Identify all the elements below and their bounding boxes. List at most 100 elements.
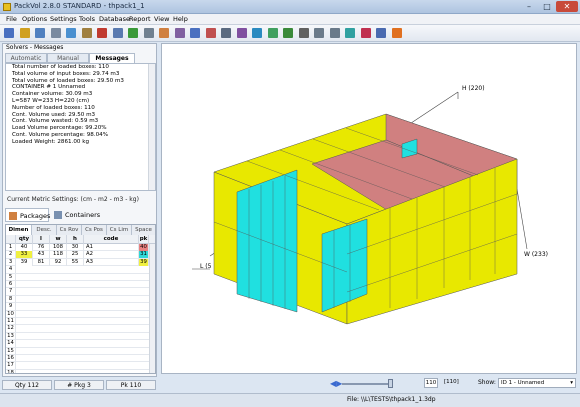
print-icon[interactable]	[221, 28, 231, 38]
show-select[interactable]: ID 1 - Unnamed ▾	[498, 378, 576, 388]
cell-w[interactable]: 92	[50, 258, 67, 266]
table-row[interactable]: 4	[6, 266, 155, 274]
refresh-icon[interactable]	[283, 28, 293, 38]
settings-icon[interactable]	[143, 28, 154, 38]
menu-report[interactable]: Report	[129, 15, 151, 23]
table-row[interactable]: 3 39 81 92 55 A3 39	[6, 258, 155, 267]
tab-automatic[interactable]: Automatic	[5, 53, 47, 63]
power-icon[interactable]	[298, 28, 309, 38]
table-row[interactable]: 12	[6, 325, 155, 333]
header-qty[interactable]: qty	[16, 235, 33, 244]
3d-view[interactable]: H (220) W (233) L (5	[161, 43, 577, 374]
tab-manual[interactable]: Manual	[47, 53, 89, 63]
cell-h[interactable]: 30	[67, 244, 84, 251]
view3d-icon[interactable]	[314, 28, 324, 38]
grid-tab-cs-pos[interactable]: Cs Pos	[82, 225, 107, 235]
delete-icon[interactable]	[97, 28, 107, 38]
box-icon[interactable]	[159, 28, 169, 38]
chart-icon[interactable]	[252, 28, 262, 38]
cell-h[interactable]: 25	[67, 251, 84, 259]
table-row[interactable]: 16	[6, 355, 155, 363]
menu-settings[interactable]: Settings	[50, 15, 77, 23]
save-icon[interactable]	[35, 28, 45, 38]
table-row[interactable]: 1 40 76 108 30 A1 40	[6, 244, 155, 252]
cell-w[interactable]: 118	[50, 251, 67, 259]
copy-icon[interactable]	[66, 28, 76, 38]
menu-view[interactable]: View	[154, 15, 169, 23]
cell-l[interactable]: 81	[33, 258, 50, 266]
cell-qty[interactable]: 33	[16, 251, 33, 259]
layers-icon[interactable]	[345, 28, 355, 38]
header-code[interactable]: code	[84, 235, 139, 244]
table-row[interactable]: 15	[6, 347, 155, 355]
report-icon[interactable]	[236, 28, 247, 38]
table-row[interactable]: 10	[6, 310, 155, 318]
cell-code[interactable]: A3	[84, 258, 139, 266]
grid-tab-desc[interactable]: Desc.	[32, 225, 57, 235]
cell-n: 13	[6, 332, 16, 340]
maximize-button[interactable]: □	[538, 1, 556, 12]
cell-pk[interactable]: 40	[139, 244, 149, 251]
table-row[interactable]: 9	[6, 303, 155, 311]
menu-options[interactable]: Options	[22, 15, 47, 23]
table-row[interactable]: 11	[6, 318, 155, 326]
cell-code[interactable]: A1	[84, 244, 139, 251]
table-row[interactable]: 6	[6, 281, 155, 289]
cell-l[interactable]: 76	[33, 244, 50, 251]
table-row[interactable]: 2 33 43 118 25 A2 31	[6, 251, 155, 259]
grid-scrollbar[interactable]	[149, 244, 155, 373]
cell-qty[interactable]: 40	[16, 244, 33, 251]
slider-value[interactable]: 110	[424, 378, 438, 388]
grid-tab-dimen[interactable]: Dimen	[6, 225, 32, 235]
table-row[interactable]: 13	[6, 332, 155, 341]
grid-icon[interactable]	[376, 28, 386, 38]
cell-qty[interactable]: 39	[16, 258, 33, 266]
container-icon[interactable]	[190, 28, 200, 38]
solve-icon[interactable]	[128, 28, 138, 38]
table-row[interactable]: 7	[6, 288, 155, 296]
menu-help[interactable]: Help	[173, 15, 188, 23]
header-w[interactable]: w	[50, 235, 67, 244]
header-l[interactable]: l	[33, 235, 50, 244]
grid-tab-space[interactable]: Space	[132, 225, 155, 235]
cell-pk[interactable]: 31	[139, 251, 149, 259]
minimize-button[interactable]: –	[520, 1, 538, 12]
cut-icon[interactable]	[50, 28, 61, 38]
pallet-icon[interactable]	[174, 28, 185, 38]
grid-tab-cs-rov[interactable]: Cs Rov	[57, 225, 82, 235]
cell-code[interactable]: A2	[84, 251, 139, 259]
nav-arrows-icon[interactable]: ◀▶	[330, 379, 342, 388]
menu-file[interactable]: File	[6, 15, 17, 23]
load-slider[interactable]	[342, 383, 392, 385]
table-row[interactable]: 17	[6, 362, 155, 370]
table-row[interactable]: 18	[6, 369, 155, 373]
header-h[interactable]: h	[67, 235, 84, 244]
messages-box[interactable]: Total number of loaded boxes: 110 Total v…	[5, 63, 156, 191]
tab-containers[interactable]: Containers	[51, 208, 101, 222]
paste-icon[interactable]	[81, 28, 92, 38]
table-row[interactable]: 5	[6, 273, 155, 281]
cell-h[interactable]: 55	[67, 258, 84, 266]
export-icon[interactable]	[267, 28, 278, 38]
slider-knob[interactable]	[388, 379, 393, 388]
tab-packages[interactable]: Packages	[5, 208, 50, 222]
header-pk[interactable]: pk	[139, 235, 149, 244]
table-row[interactable]: 14	[6, 340, 155, 348]
table-row[interactable]: 8	[6, 295, 155, 304]
options-icon[interactable]	[360, 28, 371, 38]
cell-l[interactable]: 43	[33, 251, 50, 259]
menu-tools[interactable]: Tools	[79, 15, 95, 23]
cell-pk[interactable]: 39	[139, 258, 149, 266]
menu-database[interactable]: Database	[99, 15, 130, 23]
undo-icon[interactable]	[112, 28, 123, 38]
close-button[interactable]: ✕	[556, 1, 578, 12]
new-icon[interactable]	[4, 28, 14, 38]
cell-w[interactable]: 108	[50, 244, 67, 251]
help-icon[interactable]	[391, 28, 402, 38]
view2d-icon[interactable]	[329, 28, 340, 38]
tab-messages[interactable]: Messages	[89, 53, 135, 63]
messages-scrollbar[interactable]	[148, 64, 155, 190]
truck-icon[interactable]	[205, 28, 216, 38]
open-icon[interactable]	[19, 28, 30, 38]
grid-tab-cs-lim[interactable]: Cs Lim	[107, 225, 132, 235]
